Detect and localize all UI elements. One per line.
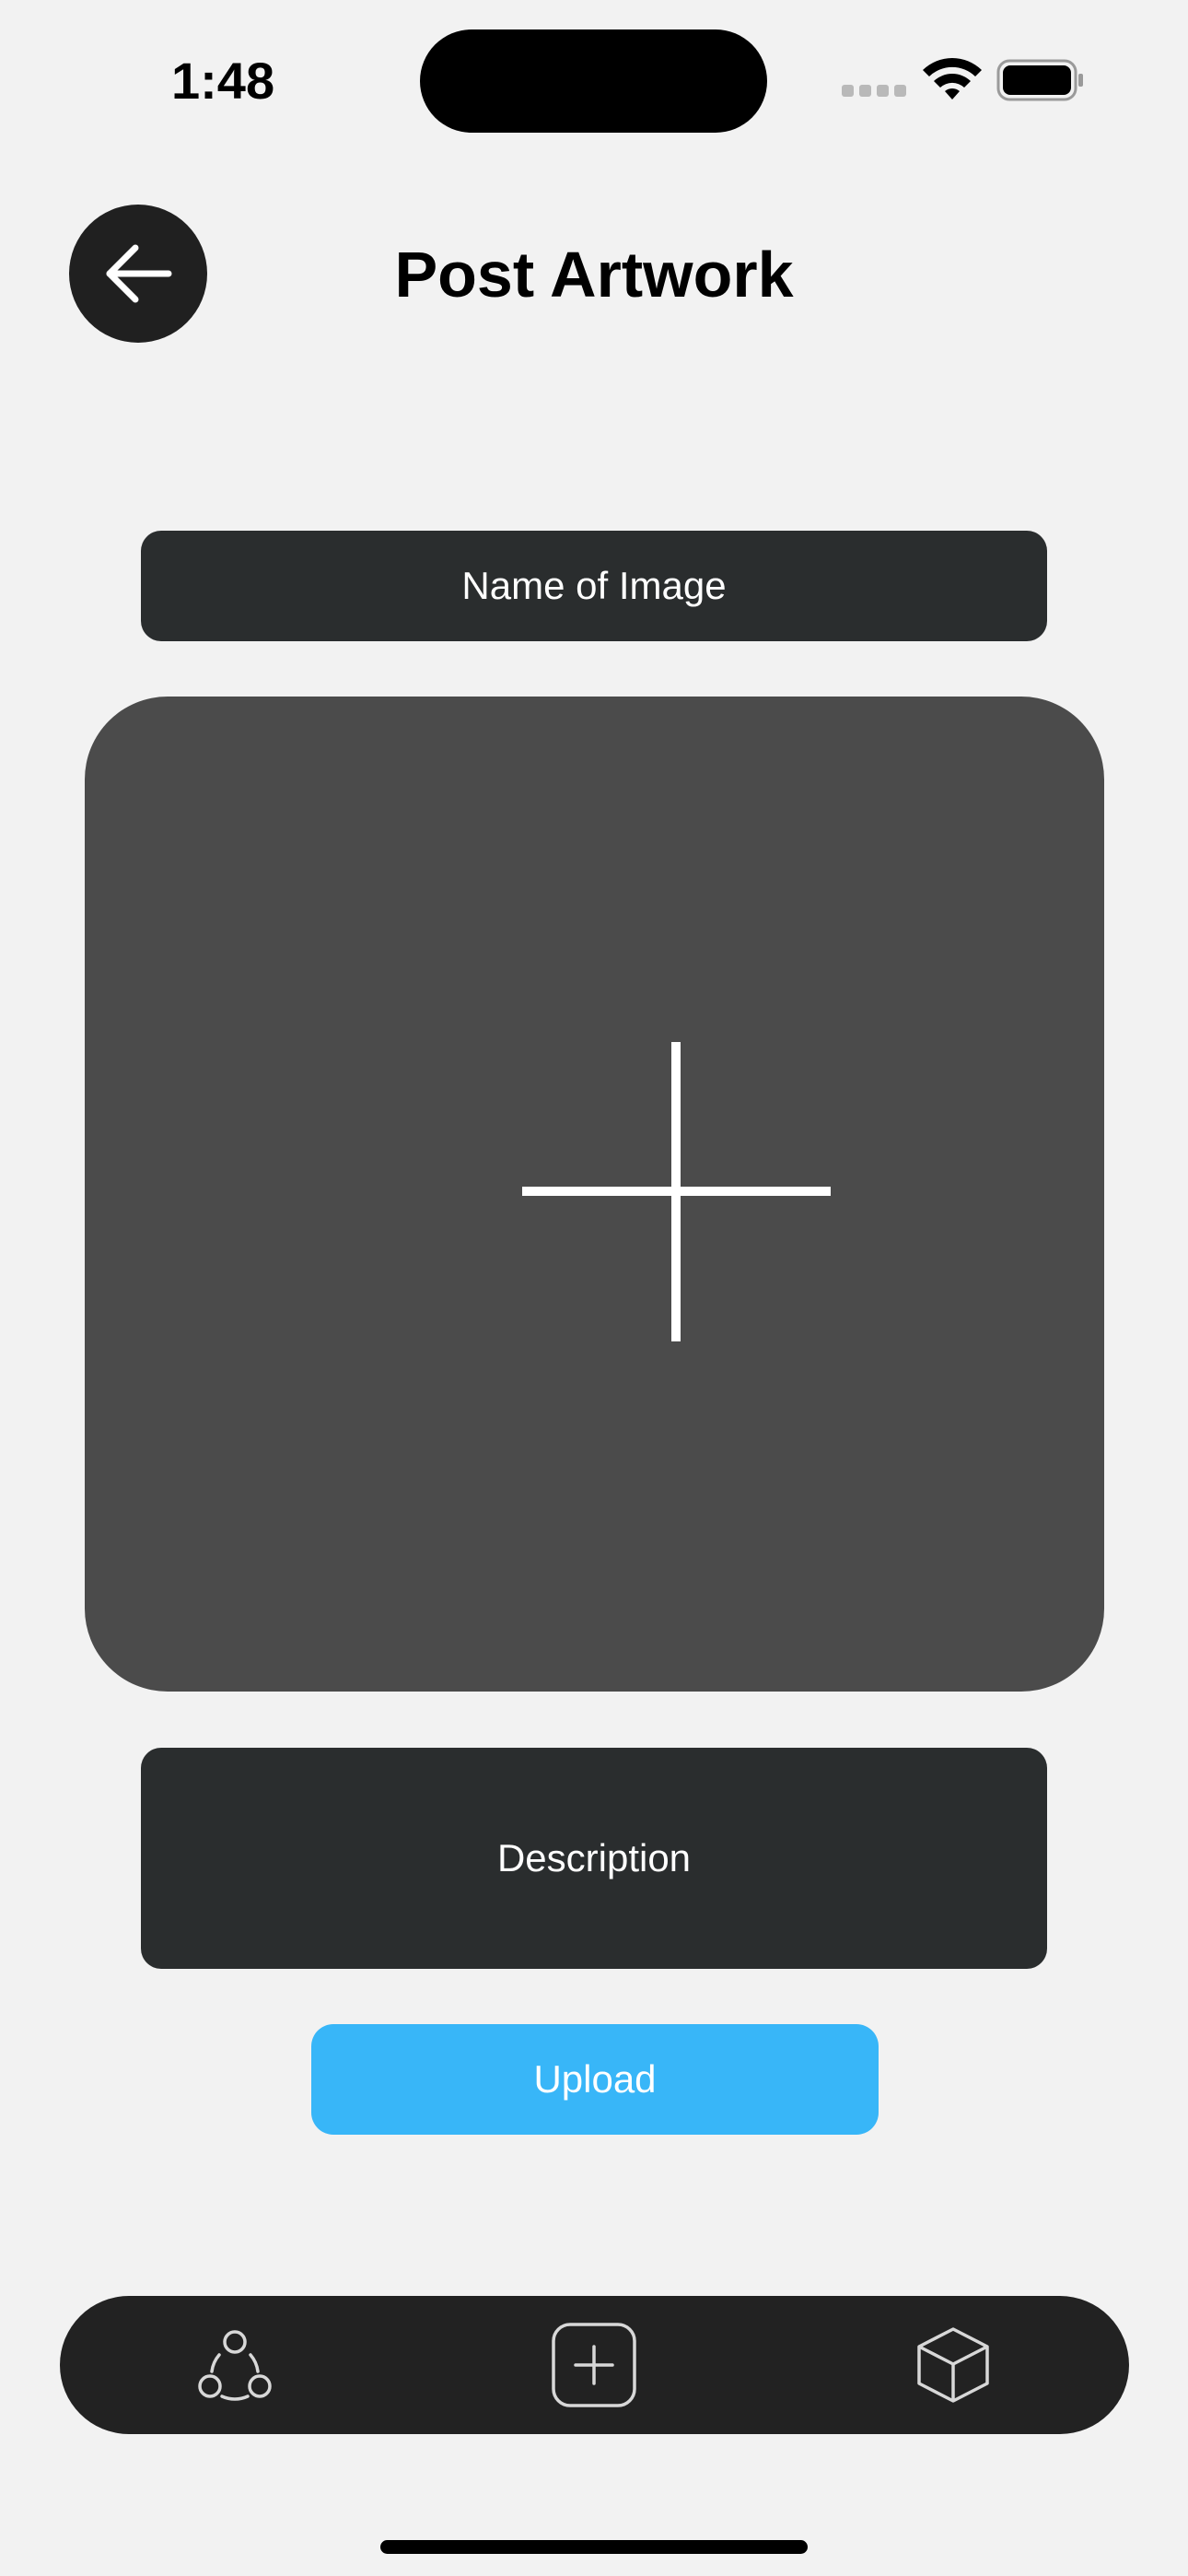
battery-icon [996,59,1083,101]
wifi-icon [923,58,982,100]
cellular-signal-icon [842,85,906,100]
tab-bar [60,2296,1129,2434]
dynamic-island [420,29,767,133]
description-placeholder: Description [496,1836,692,1879]
arrow-left-icon [106,244,172,303]
image-picker[interactable] [85,697,1104,1692]
back-button[interactable] [69,205,207,343]
home-indicator [380,2540,808,2554]
tab-add-artwork[interactable] [548,2319,640,2411]
plus-icon [522,1042,831,1341]
community-icon [198,2330,272,2401]
status-time: 1:48 [171,52,275,110]
add-square-icon [552,2323,636,2407]
upload-button[interactable]: Upload [311,2024,879,2135]
tab-community[interactable] [189,2319,281,2411]
description-field[interactable]: Description [141,1748,1047,1969]
image-name-field[interactable]: Name of Image [141,531,1047,641]
page-title: Post Artwork [394,239,794,310]
upload-label: Upload [533,2057,657,2101]
image-name-placeholder: Name of Image [461,564,727,607]
tab-models[interactable] [907,2319,999,2411]
cube-icon [917,2327,989,2403]
